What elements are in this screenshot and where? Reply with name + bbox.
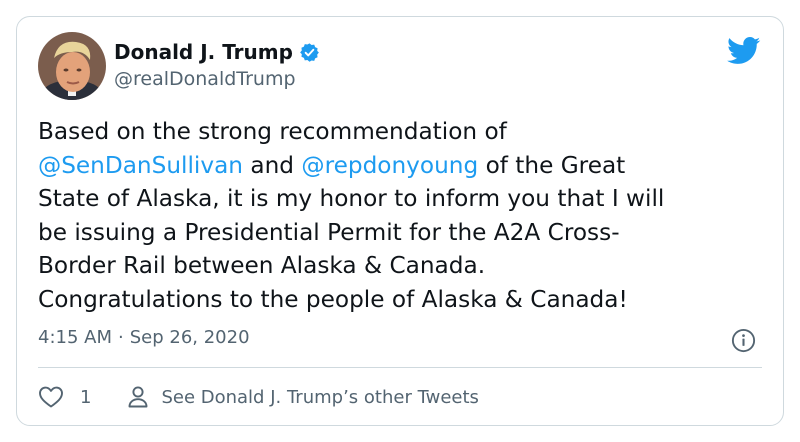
tweet-date[interactable]: Sep 26, 2020 <box>130 327 250 348</box>
tweet-text: Based on the strong recommendation of @S… <box>38 115 768 316</box>
author-name[interactable]: Donald J. Trump <box>114 40 293 64</box>
tweet-line-5: Border Rail between Alaska & Canada. <box>38 252 486 279</box>
author-handle[interactable]: @realDonaldTrump <box>114 68 296 90</box>
tweet-timestamp[interactable]: 4:15 AM · Sep 26, 2020 <box>38 327 250 348</box>
meta-separator: · <box>118 327 124 348</box>
author-name-row[interactable]: Donald J. Trump <box>114 39 320 65</box>
tweet-line-2: @SenDanSullivan and @repdonyoung of the … <box>38 149 768 183</box>
info-icon[interactable] <box>731 328 756 353</box>
tweet-line-2-rest: of the Great <box>478 151 626 179</box>
tweet-card: Donald J. Trump @realDonaldTrump Based o… <box>16 16 784 426</box>
twitter-bird-icon[interactable] <box>727 37 761 65</box>
tweet-line-1: Based on the strong recommendation of <box>38 118 507 145</box>
person-icon[interactable] <box>127 385 149 409</box>
tweet-line-3: State of Alaska, it is my honor to infor… <box>38 185 665 212</box>
mention-link-repdonyoung[interactable]: @repdonyoung <box>301 152 478 179</box>
mention-joiner: and <box>243 151 302 179</box>
mention-link-sendansullivan[interactable]: @SenDanSullivan <box>38 152 243 179</box>
heart-icon[interactable] <box>38 385 64 409</box>
divider <box>38 367 762 368</box>
verified-badge-icon <box>300 42 319 62</box>
avatar[interactable] <box>38 32 106 100</box>
tweet-line-4: be issuing a Presidential Permit for the… <box>38 218 620 246</box>
tweet-actions: 1 See Donald J. Trump’s other Tweets <box>38 383 479 411</box>
like-count[interactable]: 1 <box>80 387 91 408</box>
tweet-time[interactable]: 4:15 AM <box>38 327 112 348</box>
tweet-line-6: Congratulations to the people of Alaska … <box>38 285 628 313</box>
see-other-tweets-link[interactable]: See Donald J. Trump’s other Tweets <box>161 387 478 408</box>
